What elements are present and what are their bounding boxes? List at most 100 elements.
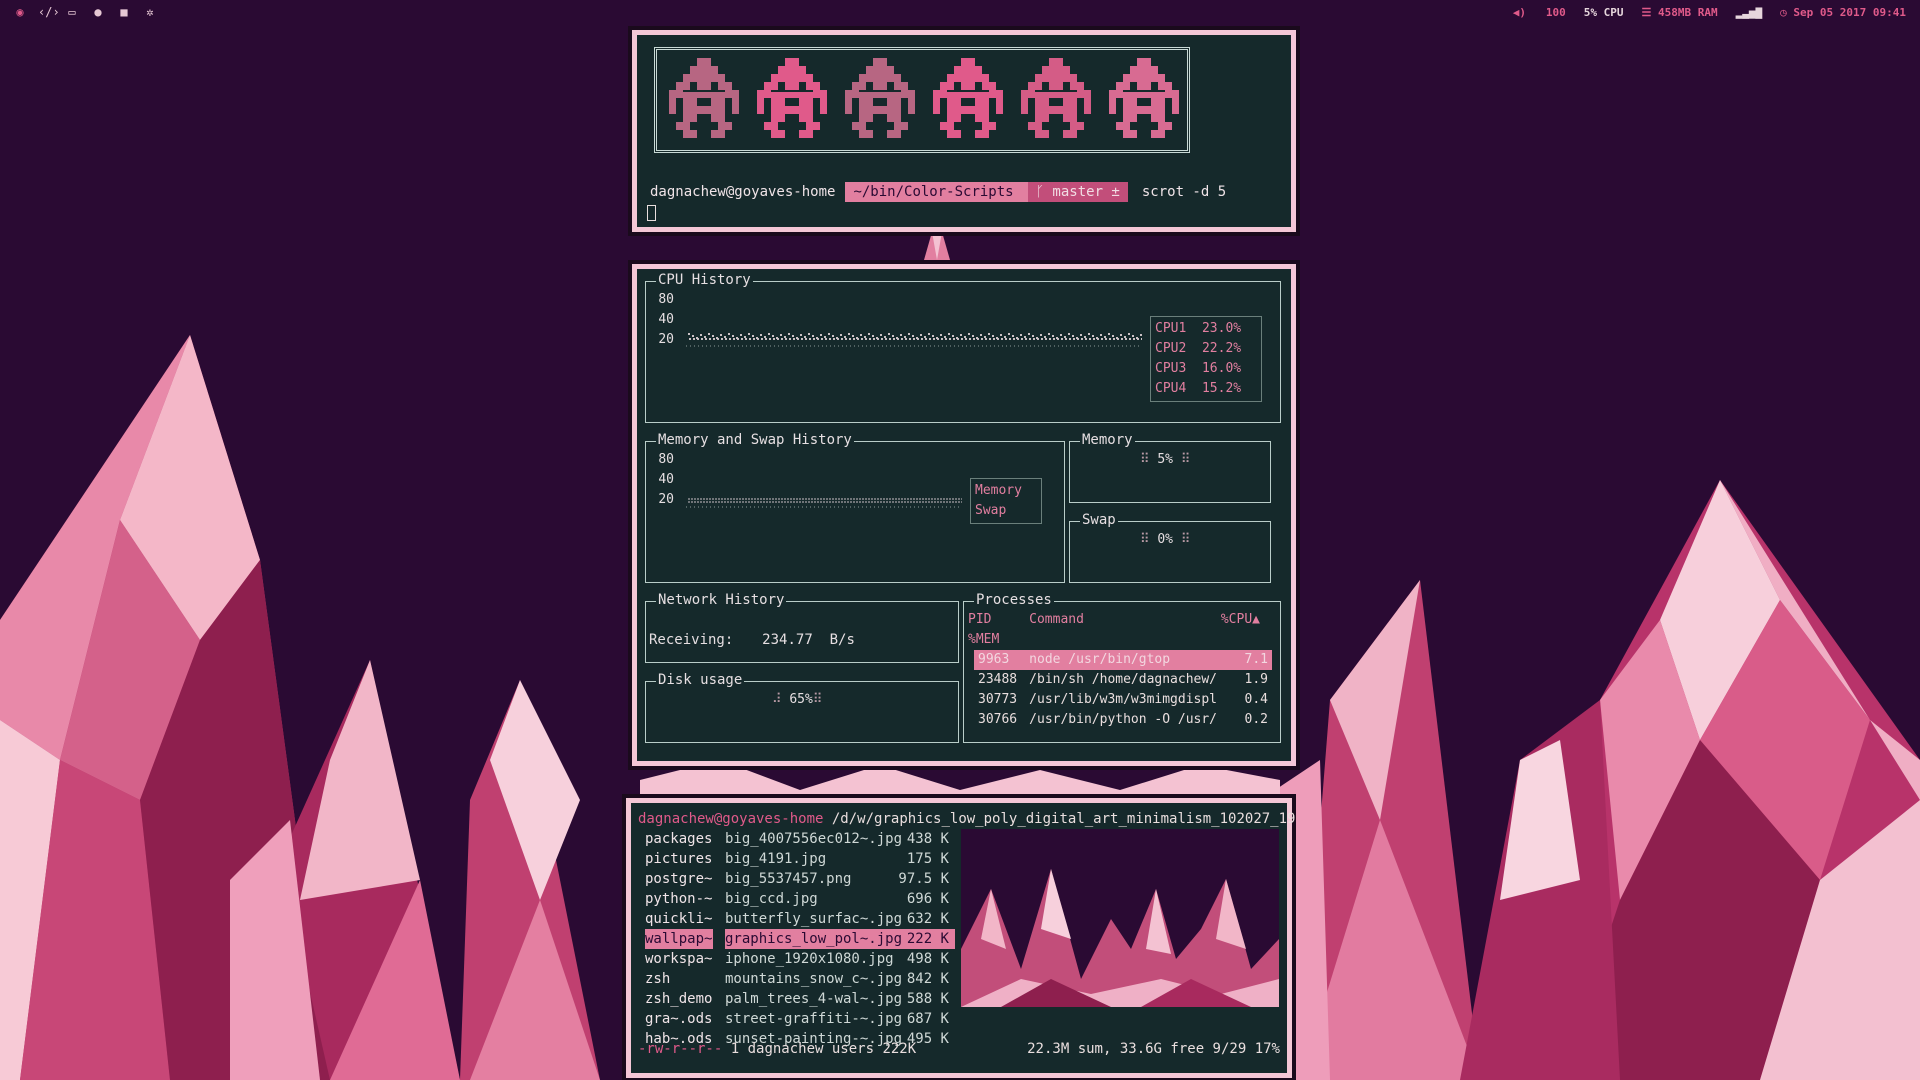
ranger-file-size: 438 K xyxy=(906,831,949,847)
ranger-file-name: street-graffiti-~.jpg xyxy=(725,1011,903,1027)
processes-panel: Processes PID Command %CPU▲ %MEM 9963 no… xyxy=(963,590,1281,743)
ranger-file-item[interactable]: iphone_1920x1080.jpg 498 K xyxy=(725,949,955,969)
ranger-image-preview xyxy=(961,829,1279,1007)
ranger-file-size: 498 K xyxy=(906,951,949,967)
code-icon[interactable]: ‹/› xyxy=(38,5,60,19)
ranger-file-item[interactable]: graphics_low_pol~.jpg 222 K xyxy=(725,929,955,949)
wifi-icon[interactable]: ▂▃▅▇ xyxy=(1736,6,1763,19)
ranger-file-column: big_4007556ec012~.jpg 438 K big_4191.jpg 17… xyxy=(725,829,955,1049)
processes-header: PID Command %CPU▲ %MEM xyxy=(968,610,1276,650)
ranger-file-size: 588 K xyxy=(906,991,949,1007)
disk-usage-panel: Disk usage ⠼ 65%⠿ xyxy=(645,670,959,743)
memory-gauge-value: ⠿ 5% ⠿ xyxy=(1140,452,1191,467)
video-icon[interactable]: ■ xyxy=(116,5,132,19)
clock[interactable]: ◷ Sep 05 2017 09:41 xyxy=(1780,6,1906,19)
ranger-dir-item[interactable]: gra~.ods xyxy=(645,1009,713,1029)
invader-sprite xyxy=(669,58,739,138)
chrome-icon[interactable]: ◉ xyxy=(12,5,28,19)
ranger-file-size: 696 K xyxy=(906,891,949,907)
terminal-window-colorscripts[interactable]: dagnachew@goyaves-home ~/bin/Color-Scrip… xyxy=(632,30,1296,232)
ranger-dir-item[interactable]: wallpap~ xyxy=(645,929,713,949)
memory-history-graph xyxy=(686,498,962,508)
prompt-git-branch: ᚴ master ± xyxy=(1027,182,1128,202)
dir-summary: 22.3M sum, 33.6G free 9/29 17% xyxy=(1027,1041,1280,1057)
invader-sprite xyxy=(1109,58,1179,138)
ram-status: ☰ 458MB RAM xyxy=(1641,6,1718,19)
ranger-file-size: 175 K xyxy=(906,851,949,867)
cpu-status: 5% CPU xyxy=(1583,6,1624,19)
memory-axis: 80 40 20 xyxy=(658,452,674,507)
terminal-window-gtop[interactable]: CPU History 80 40 20 CPU1 23.0% CPU2 22.… xyxy=(632,264,1296,766)
chat-icon[interactable]: ● xyxy=(90,5,106,19)
ranger-file-name: butterfly_surfac~.jpg xyxy=(725,911,903,927)
launcher-icons: ◉ ‹/› ▭ ● ■ ✲ xyxy=(12,5,158,19)
file-meta: 1 dagnachew users 222K xyxy=(730,1041,917,1057)
header-command[interactable]: Command xyxy=(1029,612,1084,627)
ranger-file-size: 687 K xyxy=(906,1011,949,1027)
monitor-icon[interactable]: ▭ xyxy=(64,5,80,19)
ranger-current-file: graphics_low_poly_digital_art_minimalism… xyxy=(874,811,1296,827)
top-panel: ◉ ‹/› ▭ ● ■ ✲ ◀) 100 5% CPU ☰ 458MB RAM … xyxy=(0,0,1920,26)
processes-title: Processes xyxy=(974,590,1054,610)
ranger-dir-item[interactable]: pictures xyxy=(645,849,713,869)
cpu-core-3: CPU3 16.0% xyxy=(1155,361,1242,376)
swap-gauge-value: ⠿ 0% ⠿ xyxy=(1140,532,1191,547)
memory-history-panel: Memory and Swap History 80 40 20 Memory … xyxy=(645,430,1065,583)
ranger-dir-item[interactable]: zsh xyxy=(645,969,713,989)
volume-status[interactable]: ◀) 100 xyxy=(1513,6,1566,19)
prompt-cwd: ~/bin/Color-Scripts xyxy=(845,182,1028,202)
ranger-dir-item[interactable]: quickli~ xyxy=(645,909,713,929)
header-cpu[interactable]: %CPU▲ xyxy=(1221,610,1260,630)
ranger-file-name: palm_trees_4-wal~.jpg xyxy=(725,991,903,1007)
ranger-file-item[interactable]: big_4191.jpg 175 K xyxy=(725,849,955,869)
process-row[interactable]: 23488 /bin/sh /home/dagnachew/ 1.9 xyxy=(974,670,1272,690)
ranger-file-size: 222 K xyxy=(906,931,949,947)
settings-icon[interactable]: ✲ xyxy=(142,5,158,19)
ranger-dir-item[interactable]: postgre~ xyxy=(645,869,713,889)
text-cursor xyxy=(647,205,656,221)
ranger-dir-item[interactable]: packages xyxy=(645,829,713,849)
ranger-parent-column: packages pictures postgre~ python-~ quickli~… xyxy=(645,829,713,1049)
ranger-dir-item[interactable]: zsh_demo xyxy=(645,989,713,1009)
ranger-dir-item[interactable]: python-~ xyxy=(645,889,713,909)
ranger-file-item[interactable]: big_5537457.png 97.5 K xyxy=(725,869,955,889)
header-mem[interactable]: %MEM xyxy=(968,630,1276,650)
network-receiving: Receiving: 234.77 B/s xyxy=(649,632,855,648)
ranger-file-size: 842 K xyxy=(906,971,949,987)
preview-mountains-image xyxy=(961,829,1279,1007)
status-area: ◀) 100 5% CPU ☰ 458MB RAM ▂▃▅▇ ◷ Sep 05 … xyxy=(1513,6,1906,19)
invader-sprite xyxy=(933,58,1003,138)
disk-usage-value: ⠼ 65%⠿ xyxy=(772,692,823,707)
header-pid[interactable]: PID xyxy=(968,612,991,627)
ranger-file-name: mountains_snow_c~.jpg xyxy=(725,971,903,987)
memory-gauge-title: Memory xyxy=(1080,430,1135,450)
process-row[interactable]: 30766 /usr/bin/python -O /usr/ 0.2 xyxy=(974,710,1272,730)
prompt-command[interactable]: scrot -d 5 xyxy=(1142,182,1226,202)
ranger-file-size: 632 K xyxy=(906,911,949,927)
ranger-status-bar: -rw-r--r-- 1 dagnachew users 222K 22.3M … xyxy=(638,1039,1280,1059)
ranger-file-item[interactable]: street-graffiti-~.jpg 687 K xyxy=(725,1009,955,1029)
terminal-window-ranger[interactable]: dagnachew@goyaves-home /d/w/graphics_low… xyxy=(626,798,1295,1078)
invader-sprite xyxy=(757,58,827,138)
ranger-file-item[interactable]: butterfly_surfac~.jpg 632 K xyxy=(725,909,955,929)
cpu-history-panel: CPU History 80 40 20 CPU1 23.0% CPU2 22.… xyxy=(645,270,1281,423)
ranger-file-item[interactable]: big_ccd.jpg 696 K xyxy=(725,889,955,909)
ranger-header: dagnachew@goyaves-home /d/w/graphics_low… xyxy=(638,809,1295,829)
invader-sprite xyxy=(845,58,915,138)
cpu-axis: 80 40 20 xyxy=(658,292,674,347)
ranger-file-name: iphone_1920x1080.jpg xyxy=(725,951,894,967)
process-row[interactable]: 9963 node /usr/bin/gtop 7.1 xyxy=(974,650,1272,670)
wallpaper-peak-fragment xyxy=(924,232,950,260)
memory-gauge-panel: Memory ⠿ 5% ⠿ xyxy=(1069,430,1271,503)
volume-icon: ◀) xyxy=(1512,6,1527,19)
ranger-file-item[interactable]: big_4007556ec012~.jpg 438 K xyxy=(725,829,955,849)
clock-icon: ◷ xyxy=(1780,6,1787,19)
ranger-file-item[interactable]: mountains_snow_c~.jpg 842 K xyxy=(725,969,955,989)
ranger-dir-item[interactable]: workspa~ xyxy=(645,949,713,969)
color-script-art xyxy=(654,47,1190,153)
process-row[interactable]: 30773 /usr/lib/w3m/w3mimgdispl 0.4 xyxy=(974,690,1272,710)
ranger-file-size: 97.5 K xyxy=(898,871,949,887)
swap-gauge-title: Swap xyxy=(1080,510,1118,530)
memory-history-title: Memory and Swap History xyxy=(656,430,854,450)
ranger-file-item[interactable]: palm_trees_4-wal~.jpg 588 K xyxy=(725,989,955,1009)
